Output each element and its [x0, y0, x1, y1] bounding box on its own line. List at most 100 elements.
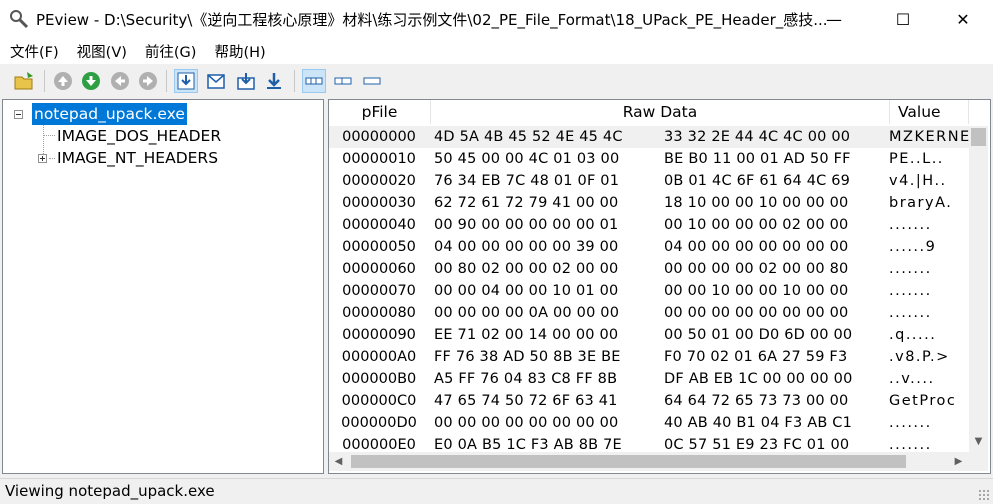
layout-narrow-button[interactable] [360, 69, 384, 93]
table-row[interactable]: 00000090 EE 71 02 00 14 00 00 00 00 50 01 … [329, 324, 969, 346]
row-value: v4.|H.. [889, 173, 947, 189]
collapse-root-icon[interactable] [14, 110, 23, 119]
column-header-pfile[interactable]: pFile [329, 100, 431, 124]
row-value: ....... [889, 305, 932, 321]
go-down-button[interactable] [79, 69, 103, 93]
table-row[interactable]: 00000050 04 00 00 00 00 00 39 00 04 00 00 … [329, 236, 969, 258]
row-hex-right: 33 32 2E 44 4C 4C 00 00 [664, 129, 851, 145]
table-row[interactable]: 00000070 00 00 04 00 00 10 01 00 00 00 10 … [329, 280, 969, 302]
menu-go[interactable]: 前往(G) [135, 41, 205, 62]
row-hex-right: 0B 01 4C 6F 61 64 4C 69 [664, 173, 851, 189]
table-row[interactable]: 00000020 76 34 EB 7C 48 01 0F 01 0B 01 4C … [329, 170, 969, 192]
row-hex-right: 00 50 01 00 D0 6D 00 00 [664, 327, 853, 343]
row-hex-right: 64 64 72 65 73 73 00 00 [664, 393, 849, 409]
row-offset: 00000090 [342, 327, 416, 343]
row-offset: 00000010 [342, 151, 416, 167]
scroll-right-arrow-icon[interactable]: ▶ [949, 452, 968, 471]
download-tray-icon [177, 72, 195, 90]
row-hex-left: 04 00 00 00 00 00 39 00 [434, 239, 619, 255]
row-offset: 00000020 [342, 173, 416, 189]
go-forward-button[interactable] [136, 69, 160, 93]
table-row[interactable]: 000000D0 00 00 00 00 00 00 00 00 40 AB 40 … [329, 412, 969, 434]
row-value: ....... [889, 283, 932, 299]
go-up-button[interactable] [51, 69, 75, 93]
layout-medium-icon [334, 77, 352, 85]
table-row[interactable]: 00000080 00 00 00 00 0A 00 00 00 00 00 00 … [329, 302, 969, 324]
view-export-button[interactable] [262, 69, 286, 93]
table-row[interactable]: 00000060 00 80 02 00 00 02 00 00 00 00 00 … [329, 258, 969, 280]
hex-list-view[interactable]: pFile Raw Data Value 00000000 4D 5A 4B 45… [328, 99, 991, 474]
row-hex-right: 00 10 00 00 00 02 00 00 [664, 217, 849, 233]
row-hex-left: 00 90 00 00 00 00 00 01 [434, 217, 619, 233]
row-offset: 000000E0 [342, 437, 416, 452]
peview-app-icon [8, 8, 30, 30]
row-value: ....... [889, 217, 932, 233]
layout-wide-button[interactable] [302, 69, 326, 93]
row-offset: 00000000 [342, 129, 416, 145]
scroll-left-arrow-icon[interactable]: ◀ [329, 452, 348, 471]
open-folder-icon [14, 72, 33, 90]
table-row[interactable]: 00000030 62 72 61 72 79 41 00 00 18 10 00 … [329, 192, 969, 214]
table-row[interactable]: 000000B0 A5 FF 76 04 83 C8 FF 8B DF AB EB … [329, 368, 969, 390]
row-hex-left: 76 34 EB 7C 48 01 0F 01 [434, 173, 620, 189]
resize-grip-icon[interactable] [978, 489, 990, 501]
arrow-right-icon [139, 72, 157, 90]
row-value: .v8.P.> [889, 349, 950, 365]
row-offset: 00000070 [342, 283, 416, 299]
row-hex-left: 50 45 00 00 4C 01 03 00 [434, 151, 620, 167]
row-hex-left: 4D 5A 4B 45 52 4E 45 4C [434, 129, 623, 145]
table-row[interactable]: 00000010 50 45 00 00 4C 01 03 00 BE B0 11 … [329, 148, 969, 170]
status-text: Viewing notepad_upack.exe [5, 482, 215, 500]
menu-view[interactable]: 视图(V) [67, 41, 135, 62]
menu-bar: 文件(F) 视图(V) 前往(G) 帮助(H) [0, 38, 993, 64]
menu-help[interactable]: 帮助(H) [204, 41, 273, 62]
row-offset: 00000080 [342, 305, 416, 321]
save-down-icon [267, 73, 281, 89]
row-hex-right: 18 10 00 00 10 00 00 00 [664, 195, 849, 211]
row-offset: 000000B0 [341, 371, 417, 387]
view-mail-button[interactable] [204, 69, 228, 93]
open-file-button[interactable] [13, 69, 37, 93]
row-hex-right: BE B0 11 00 01 AD 50 FF [664, 151, 851, 167]
scroll-corner [969, 452, 988, 471]
row-value: ....... [889, 261, 932, 277]
tree-node-dos-header[interactable]: IMAGE_DOS_HEADER [57, 125, 221, 147]
row-hex-right: F0 70 02 01 6A 27 59 F3 [664, 349, 848, 365]
tree-node-root[interactable]: notepad_upack.exe [31, 102, 188, 126]
vertical-scroll-thumb[interactable] [971, 128, 986, 146]
close-button[interactable]: ✕ [940, 0, 986, 38]
horizontal-scrollbar[interactable]: ◀ ▶ [329, 452, 969, 471]
import-icon [237, 73, 255, 90]
table-row[interactable]: 000000C0 47 65 74 50 72 6F 63 41 64 64 72 … [329, 390, 969, 412]
expand-nt-headers-icon[interactable] [38, 154, 47, 163]
menu-file[interactable]: 文件(F) [0, 41, 67, 62]
row-value: PE..L.. [889, 151, 944, 167]
row-value: ......9 [889, 239, 937, 255]
go-back-button[interactable] [108, 69, 132, 93]
table-row[interactable]: 00000000 4D 5A 4B 45 52 4E 45 4C 33 32 2E … [329, 126, 969, 148]
row-hex-right: 00 00 10 00 00 10 00 00 [664, 283, 849, 299]
tree-node-nt-headers[interactable]: IMAGE_NT_HEADERS [57, 147, 218, 169]
column-header-value[interactable]: Value [890, 100, 969, 124]
layout-medium-button[interactable] [331, 69, 355, 93]
row-hex-right: 0C 57 51 E9 23 FC 01 00 [664, 437, 850, 452]
layout-narrow-icon [363, 77, 381, 85]
view-import-button[interactable] [234, 69, 258, 93]
horizontal-scroll-thumb[interactable] [351, 455, 906, 468]
vertical-scrollbar[interactable]: ▼ [969, 126, 988, 452]
table-row[interactable]: 000000A0 FF 76 38 AD 50 8B 3E BE F0 70 02 … [329, 346, 969, 368]
row-hex-left: E0 0A B5 1C F3 AB 8B 7E [434, 437, 622, 452]
row-hex-right: 40 AB 40 B1 04 F3 AB C1 [664, 415, 853, 431]
scroll-down-arrow-icon[interactable]: ▼ [969, 432, 988, 451]
view-hex-button[interactable] [174, 69, 198, 93]
table-row[interactable]: 00000040 00 90 00 00 00 00 00 01 00 10 00 … [329, 214, 969, 236]
column-header-raw-data[interactable]: Raw Data [431, 100, 890, 124]
row-hex-left: 00 00 00 00 00 00 00 00 [434, 415, 619, 431]
row-offset: 000000C0 [341, 393, 417, 409]
minimize-button[interactable]: — [811, 0, 857, 38]
structure-tree[interactable]: notepad_upack.exe IMAGE_DOS_HEADER IMAGE… [2, 99, 324, 474]
toolbar [0, 64, 993, 98]
table-row[interactable]: 000000E0 E0 0A B5 1C F3 AB 8B 7E 0C 57 51 … [329, 434, 969, 452]
maximize-button[interactable]: ☐ [880, 0, 926, 38]
arrow-left-icon [111, 72, 129, 90]
